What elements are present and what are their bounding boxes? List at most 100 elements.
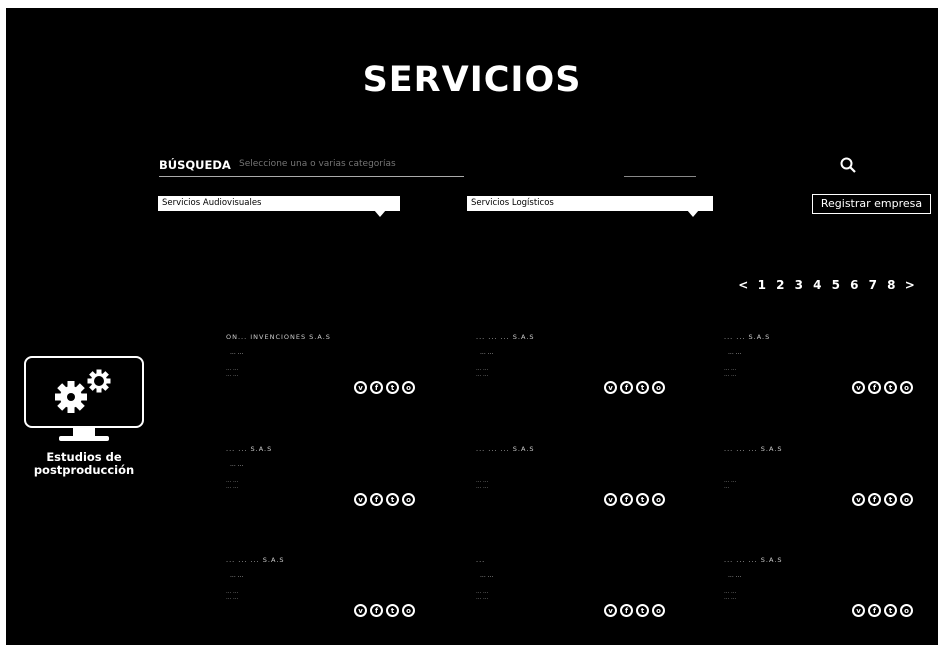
social-links: vfto [604,381,665,394]
company-card[interactable]: ... ... ... S.A.S ... ... ... v f t o [724,445,924,525]
company-card[interactable]: ... ... ... S.A.S ... ... ... ... ... ... v… [226,556,426,636]
twitter-icon[interactable]: t [884,493,897,506]
vimeo-icon[interactable]: v [852,604,865,617]
search-input[interactable] [239,159,539,169]
company-card[interactable]: ON... INVENCIONES S.A.S ... ... ... ... ..… [226,333,426,413]
company-name: ... ... ... S.A.S [724,445,783,453]
chevron-down-icon [374,210,386,217]
monitor-base [59,436,109,441]
page-4-link[interactable]: 4 [808,278,827,292]
company-name: ... ... ... S.A.S [226,556,285,564]
instagram-icon[interactable]: o [402,381,415,394]
company-subtitle: ... ... [728,572,742,579]
audiovisual-services-select[interactable]: Servicios Audiovisuales [158,196,400,217]
company-subtitle: ... ... [230,461,244,468]
company-name: ... ... ... S.A.S [724,556,783,564]
company-name: ... ... ... S.A.S [476,445,535,453]
page-6-link[interactable]: 6 [845,278,864,292]
social-links: vfto [354,604,415,617]
facebook-icon[interactable]: f [868,381,881,394]
vimeo-icon[interactable]: v [604,604,617,617]
chevron-down-icon [687,210,699,217]
company-card[interactable]: ... ... S.A.S ... ... ... ... ... ... v f t o [724,333,924,413]
twitter-icon[interactable]: t [386,493,399,506]
twitter-icon[interactable]: t [386,381,399,394]
vimeo-icon[interactable]: v [354,604,367,617]
instagram-icon[interactable]: o [402,604,415,617]
search-label: BÚSQUEDA [159,158,231,172]
instagram-icon[interactable]: o [652,493,665,506]
company-card[interactable]: ... ... ... S.A.S ... ... ... ... v f t o [476,445,676,525]
social-links: vfto [604,604,665,617]
logistic-select-label: Servicios Logísticos [471,198,554,208]
company-subtitle: ... ... [230,349,244,356]
company-subtitle: ... ... [728,349,742,356]
instagram-icon[interactable]: o [900,381,913,394]
facebook-icon[interactable]: f [370,381,383,394]
twitter-icon[interactable]: t [636,381,649,394]
page-title: SERVICIOS [362,60,582,100]
vimeo-icon[interactable]: v [604,493,617,506]
company-contact-info: ... ... ... ... [226,366,239,378]
company-card[interactable]: ... ... ... ... ... ... ... v f t o [476,556,676,636]
twitter-icon[interactable]: t [636,604,649,617]
social-links: vfto [354,493,415,506]
facebook-icon[interactable]: f [370,604,383,617]
company-contact-info: ... ... ... ... [226,589,239,601]
vimeo-icon[interactable]: v [354,493,367,506]
company-name: ... ... S.A.S [226,445,273,453]
company-subtitle: ... ... [480,572,494,579]
facebook-icon[interactable]: f [370,493,383,506]
twitter-icon[interactable]: t [386,604,399,617]
search-icon[interactable] [840,157,856,173]
instagram-icon[interactable]: o [652,381,665,394]
search-underline-right [624,176,696,177]
page-5-link[interactable]: 5 [827,278,846,292]
facebook-icon[interactable]: f [620,604,633,617]
company-name: ... ... ... S.A.S [476,333,535,341]
company-name: ... ... S.A.S [724,333,771,341]
logistic-services-select[interactable]: Servicios Logísticos [467,196,713,217]
vimeo-icon[interactable]: v [604,381,617,394]
page-1-link[interactable]: 1 [753,278,772,292]
company-name: ON... INVENCIONES S.A.S [226,333,331,341]
company-contact-info: ... ... ... ... [476,478,489,490]
vimeo-icon[interactable]: v [852,493,865,506]
social-links: vfto [604,493,665,506]
twitter-icon[interactable]: t [884,604,897,617]
facebook-icon[interactable]: f [868,604,881,617]
prev-page-button[interactable]: < [734,278,753,292]
facebook-icon[interactable]: f [620,493,633,506]
company-card[interactable]: ... ... ... S.A.S ... ... ... ... ... ... v… [476,333,676,413]
instagram-icon[interactable]: o [652,604,665,617]
page-3-link[interactable]: 3 [790,278,809,292]
company-contact-info: ... ... ... ... [724,366,737,378]
services-page: SERVICIOS BÚSQUEDA Servicios Audiovisual… [6,8,938,645]
instagram-icon[interactable]: o [402,493,415,506]
twitter-icon[interactable]: t [636,493,649,506]
company-contact-info: ... ... ... ... [226,478,239,490]
page-2-link[interactable]: 2 [771,278,790,292]
audiovisual-select-label: Servicios Audiovisuales [162,198,262,208]
page-8-link[interactable]: 8 [882,278,901,292]
register-company-button[interactable]: Registrar empresa [812,194,931,214]
pagination: <1 2 3 4 5 6 7 8 > [734,278,919,292]
social-links: vfto [354,381,415,394]
vimeo-icon[interactable]: v [852,381,865,394]
vimeo-icon[interactable]: v [354,381,367,394]
twitter-icon[interactable]: t [884,381,897,394]
company-card[interactable]: ... ... S.A.S ... ... ... ... ... ... v f t o [226,445,426,525]
next-page-button[interactable]: > [901,278,920,292]
social-links: vfto [852,381,913,394]
instagram-icon[interactable]: o [900,493,913,506]
facebook-icon[interactable]: f [868,493,881,506]
facebook-icon[interactable]: f [620,381,633,394]
instagram-icon[interactable]: o [900,604,913,617]
company-name: ... [476,556,486,564]
company-subtitle: ... ... [480,349,494,356]
social-links: vfto [852,604,913,617]
page-7-link[interactable]: 7 [864,278,883,292]
company-contact-info: ... ... ... ... [724,589,737,601]
company-contact-info: ... ... ... [724,478,737,490]
company-card[interactable]: ... ... ... S.A.S ... ... ... ... ... ... v… [724,556,924,636]
